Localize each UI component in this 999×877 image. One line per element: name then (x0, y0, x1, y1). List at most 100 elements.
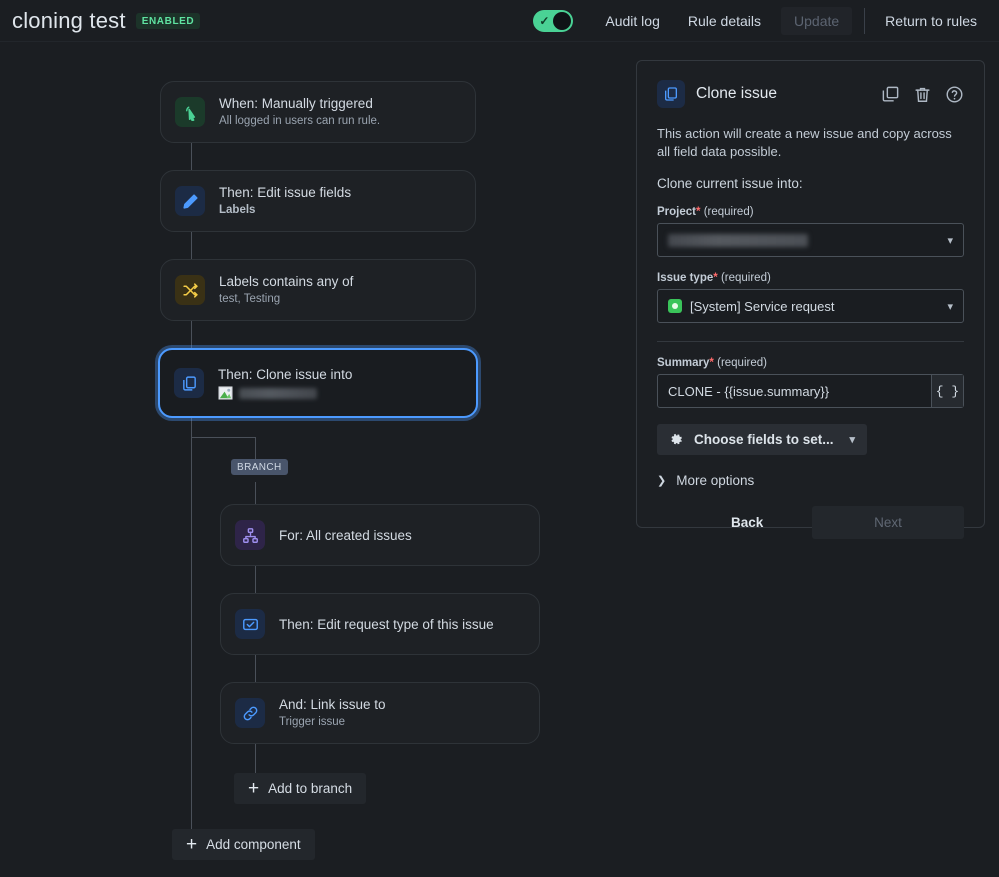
page-title: cloning test (12, 7, 126, 33)
redacted-project-value (668, 233, 808, 247)
rule-enabled-toggle[interactable]: ✓ (533, 9, 574, 32)
duplicate-icon[interactable] (881, 85, 900, 104)
rule-node-trigger[interactable]: When: Manually triggered All logged in u… (160, 81, 476, 143)
more-options-toggle[interactable]: ❯ More options (657, 473, 964, 488)
copy-issue-icon (657, 80, 685, 108)
node-subtitle: All logged in users can run rule. (219, 115, 381, 127)
issue-type-field-label: Issue type* (required) (657, 272, 964, 284)
chevron-down-icon: ▾ (947, 300, 953, 313)
link-icon (235, 698, 265, 728)
issue-type-value-wrap: [System] Service request (668, 299, 835, 314)
rule-node-link-issue[interactable]: And: Link issue to Trigger issue (220, 682, 540, 744)
node-subtitle: Trigger issue (279, 716, 346, 728)
request-type-icon (235, 609, 265, 639)
summary-field-label: Summary* (required) (657, 357, 964, 369)
project-select[interactable]: ▾ (657, 223, 964, 257)
plus-icon: + (186, 833, 198, 855)
chevron-down-icon: ▾ (849, 434, 856, 446)
required-marker: * (696, 206, 701, 218)
chevron-right-icon: ❯ (657, 475, 667, 487)
help-icon[interactable] (945, 85, 964, 104)
issue-type-select[interactable]: [System] Service request ▾ (657, 289, 964, 323)
node-subtitle-redacted (218, 386, 352, 400)
header-actions: ✓ Audit log Rule details Update Return t… (533, 0, 999, 41)
branch-label: BRANCH (231, 459, 288, 475)
required-marker: * (713, 272, 718, 284)
next-button[interactable]: Next (812, 506, 964, 539)
chevron-down-icon: ▾ (947, 234, 953, 247)
project-label-text: Project (657, 206, 696, 218)
toggle-knob (553, 11, 572, 30)
add-to-branch-label: Add to branch (268, 781, 353, 796)
check-icon: ✓ (539, 13, 550, 28)
panel-action-icons (881, 85, 964, 104)
node-text: Then: Edit issue fields Labels (219, 184, 351, 218)
node-text: Then: Edit request type of this issue (279, 616, 494, 633)
summary-label-text: Summary (657, 357, 710, 369)
required-text: (required) (717, 357, 767, 369)
add-component-label: Add component (206, 837, 301, 852)
connector-line (191, 417, 192, 842)
connector-line (191, 437, 255, 438)
panel-footer: Back Next (657, 506, 964, 539)
rule-node-branch-for-all-created-issues[interactable]: For: All created issues (220, 504, 540, 566)
update-button[interactable]: Update (781, 6, 853, 35)
panel-header: Clone issue (657, 79, 964, 109)
issue-type-value: [System] Service request (690, 298, 835, 314)
rule-node-clone-issue[interactable]: Then: Clone issue into (158, 348, 478, 418)
node-subtitle: Labels (219, 204, 256, 216)
project-field-label: Project* (required) (657, 206, 964, 218)
app-header: cloning test ENABLED ✓ Audit log Rule de… (0, 0, 999, 42)
gear-icon (671, 433, 682, 445)
rule-node-condition-labels[interactable]: Labels contains any of test, Testing (160, 259, 476, 321)
node-text: And: Link issue to Trigger issue (279, 696, 386, 730)
node-title: Then: Edit issue fields (219, 185, 352, 200)
add-component-button[interactable]: + Add component (172, 829, 315, 860)
issue-type-label-text: Issue type (657, 272, 714, 284)
pencil-icon (175, 186, 205, 216)
node-title: And: Link issue to (279, 697, 386, 712)
cursor-click-icon (175, 97, 205, 127)
rule-details-link[interactable]: Rule details (674, 0, 775, 42)
node-text: Labels contains any of test, Testing (219, 273, 353, 307)
service-request-icon (668, 299, 682, 313)
panel-description: This action will create a new issue and … (657, 126, 952, 159)
node-title: When: Manually triggered (219, 96, 373, 111)
shuffle-icon (175, 275, 205, 305)
node-text: When: Manually triggered All logged in u… (219, 95, 380, 129)
copy-issue-icon (174, 368, 204, 398)
node-title: For: All created issues (279, 527, 412, 543)
plus-icon: + (248, 777, 260, 799)
status-badge: ENABLED (135, 12, 201, 29)
choose-fields-button[interactable]: Choose fields to set... ▾ (657, 424, 868, 455)
node-title: Then: Edit request type of this issue (279, 616, 494, 632)
return-to-rules-link[interactable]: Return to rules (871, 0, 991, 42)
redacted-value (239, 387, 317, 399)
choose-fields-label: Choose fields to set... (694, 432, 834, 447)
back-button[interactable]: Back (713, 506, 781, 539)
trash-icon[interactable] (913, 85, 932, 104)
audit-log-link[interactable]: Audit log (591, 0, 673, 42)
node-title: Then: Clone issue into (218, 367, 353, 382)
smart-value-button[interactable]: { } (931, 375, 963, 407)
required-text: (required) (720, 272, 771, 284)
required-text: (required) (703, 206, 754, 218)
panel-title: Clone issue (696, 85, 777, 102)
summary-input[interactable] (658, 383, 931, 399)
node-text: Then: Clone issue into (218, 366, 352, 400)
rule-node-edit-request-type[interactable]: Then: Edit request type of this issue (220, 593, 540, 655)
summary-field-wrap: { } (657, 374, 964, 408)
node-text: For: All created issues (279, 527, 412, 544)
add-to-branch-button[interactable]: + Add to branch (234, 773, 367, 804)
rule-node-edit-issue-fields[interactable]: Then: Edit issue fields Labels (160, 170, 476, 232)
clone-issue-panel: Clone issue This action will create a ne… (636, 60, 985, 539)
required-marker: * (709, 357, 714, 369)
rule-canvas: When: Manually triggered All logged in u… (0, 42, 620, 877)
branch-tree-icon (235, 520, 265, 550)
panel-divider (657, 341, 964, 342)
panel-lead-in: Clone current issue into: (657, 176, 803, 191)
node-subtitle: test, Testing (219, 293, 281, 305)
node-title: Labels contains any of (219, 274, 354, 289)
broken-image-icon (218, 386, 233, 400)
more-options-label: More options (676, 473, 755, 488)
